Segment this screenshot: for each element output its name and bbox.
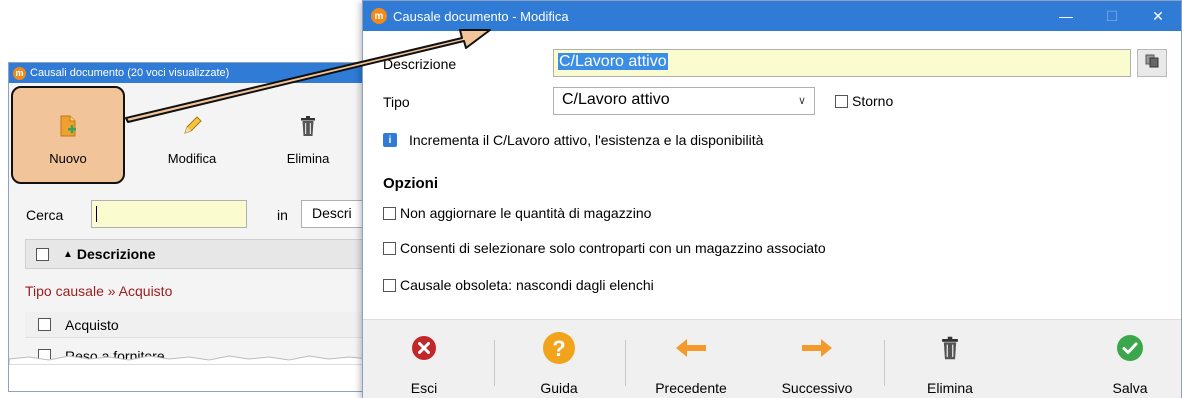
option-non-aggiornare-checkbox[interactable]: Non aggiornare le quantità di magazzino [383,205,651,221]
minimize-button[interactable]: — [1043,1,1089,31]
search-bar: Cerca in Descri [9,197,367,233]
new-button[interactable]: Nuovo [13,91,123,181]
copy-icon [1145,54,1159,73]
help-button-label: Guida [540,380,578,396]
maximize-button: ☐ [1105,7,1119,24]
window-controls: — ☐ ✕ [1043,1,1181,31]
group-header[interactable]: Tipo causale » Acquisto [25,275,172,299]
question-icon: ? [542,330,576,366]
text-caret [96,206,97,222]
save-button[interactable]: Salva [1075,330,1182,396]
chevron-down-icon: ∨ [797,95,806,107]
grid-header: ▲ Descrizione [25,239,367,269]
options-title: Opzioni [383,175,438,192]
descrizione-label: Descrizione [383,56,457,72]
edit-button[interactable]: Modifica [137,91,247,181]
next-button-label: Successivo [781,380,853,396]
option-checkbox-box[interactable] [383,241,396,255]
option-checkbox-box[interactable] [383,278,396,292]
storno-checkbox[interactable]: Storno [835,93,893,109]
exit-button-label: Esci [410,380,438,396]
dialog-title: Causale documento - Modifica [393,8,569,24]
delete-button[interactable]: Elimina [895,330,1005,396]
search-label: Cerca [26,207,64,223]
help-button[interactable]: ? Guida [504,330,614,396]
descrizione-input[interactable]: C/Lavoro attivo [553,49,1131,77]
new-document-icon [59,103,77,137]
search-in-label: in [277,207,288,223]
info-icon: i [383,133,397,147]
storno-checkbox-box[interactable] [835,94,848,108]
previous-button[interactable]: Precedente [636,330,746,396]
select-all-checkbox[interactable] [36,247,49,261]
check-circle-icon [1116,330,1144,366]
tipo-label: Tipo [383,94,410,110]
footer-separator [625,340,626,386]
option-checkbox-box[interactable] [383,206,396,220]
app-logo-icon: m [371,8,387,24]
causali-list-window: m Causali documento (20 voci visualizzat… [8,62,368,392]
list-item-label: Acquisto [65,316,119,333]
search-field-select[interactable]: Descri [301,200,367,228]
torn-edge [9,355,367,391]
new-button-label: Nuovo [49,151,87,166]
app-logo-icon: m [13,66,26,80]
storno-label: Storno [852,93,894,109]
search-input[interactable] [91,200,247,228]
delete-button[interactable]: Elimina [253,91,363,181]
option-obsoleta-checkbox[interactable]: Causale obsoleta: nascondi dagli elenchi [383,277,654,293]
option-label: Non aggiornare le quantità di magazzino [400,205,652,221]
column-header-descrizione[interactable]: Descrizione [77,246,156,262]
footer-separator [494,340,495,386]
option-label: Causale obsoleta: nascondi dagli elenchi [400,277,654,293]
pencil-icon [181,103,203,137]
option-label: Consenti di selezionare solo controparti… [400,240,826,256]
info-text: Incrementa il C/Lavoro attivo, l'esisten… [409,132,764,148]
exit-button[interactable]: Esci [369,330,479,396]
arrow-right-icon [801,330,833,366]
list-window-titlebar: m Causali documento (20 voci visualizzat… [9,63,367,83]
trash-icon [300,103,316,137]
option-controparti-checkbox[interactable]: Consenti di selezionare solo controparti… [383,240,826,256]
row-checkbox[interactable] [38,318,51,331]
info-line: i Incrementa il C/Lavoro attivo, l'esist… [383,132,763,148]
dialog-footer: Esci ? Guida Precedente Successivo Elimi… [363,319,1181,398]
edit-button-label: Modifica [167,151,217,166]
sort-ascending-icon: ▲ [63,248,73,260]
list-item[interactable]: Acquisto [25,312,367,338]
previous-button-label: Precedente [655,380,727,396]
close-button[interactable]: ✕ [1135,1,1181,31]
arrow-left-icon [675,330,707,366]
save-button-label: Salva [1112,380,1148,396]
svg-text:?: ? [552,336,565,361]
footer-separator [884,340,885,386]
next-button[interactable]: Successivo [762,330,872,396]
dialog-form: Descrizione C/Lavoro attivo Tipo C/Lavor… [363,31,1181,319]
close-circle-icon [411,330,437,366]
trash-icon [941,330,959,366]
list-window-title: Causali documento (20 voci visualizzate) [30,67,230,79]
screenshot-stage: m Causali documento (20 voci visualizzat… [0,0,1182,398]
delete-button-label: Elimina [286,151,330,166]
dialog-titlebar: m Causale documento - Modifica — ☐ ✕ [363,1,1181,31]
causale-edit-dialog: m Causale documento - Modifica — ☐ ✕ Des… [362,0,1182,398]
delete-button-label: Elimina [927,380,973,396]
translations-button[interactable] [1137,49,1167,77]
tipo-select[interactable]: C/Lavoro attivo ∨ [553,87,815,115]
tipo-select-value: C/Lavoro attivo [562,91,670,108]
